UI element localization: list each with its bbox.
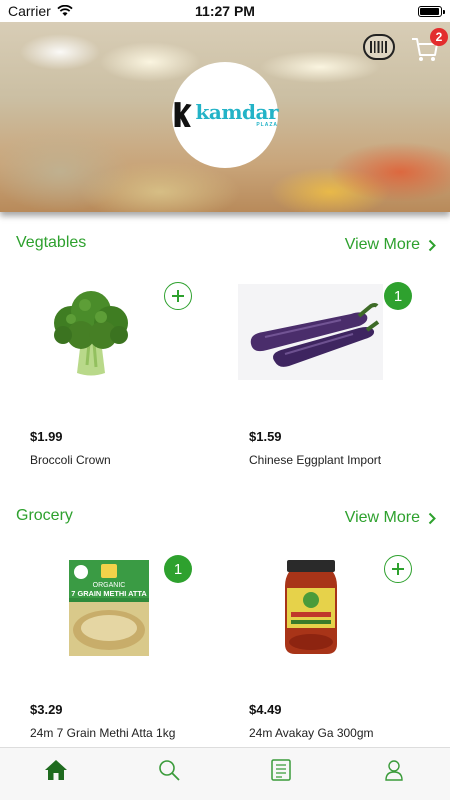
battery-level: [420, 7, 439, 15]
logo-sub: PLAZA: [256, 122, 278, 128]
add-to-cart-button[interactable]: [384, 555, 412, 583]
battery-icon: [418, 5, 445, 17]
home-icon: [45, 760, 68, 780]
product-card[interactable]: ORGANIC 7 GRAIN METHI ATTA 1 $3.29 24m 7…: [16, 555, 216, 747]
section-title: Vegtables: [16, 234, 87, 251]
add-to-cart-button[interactable]: [164, 282, 192, 310]
product-name[interactable]: Chinese Eggplant Import: [249, 453, 381, 467]
broccoli-image: [54, 290, 128, 375]
store-banner: kamdar PLAZA 2: [0, 22, 450, 212]
orders-icon: [271, 759, 291, 781]
tab-bar: [0, 747, 450, 800]
product-name[interactable]: 24m 7 Grain Methi Atta 1kg: [30, 726, 175, 740]
chevron-right-icon: [428, 512, 436, 524]
eggplant-image: [250, 303, 379, 367]
section-header-grocery: Grocery View More: [0, 507, 450, 537]
plus-icon: [392, 563, 404, 575]
barcode-scanner-icon: [370, 41, 387, 53]
section-header-vegtables: Vegtables View More: [0, 234, 450, 264]
status-bar: Carrier 11:27 PM: [0, 0, 450, 22]
cart-quantity-badge[interactable]: 1: [164, 555, 192, 583]
status-time: 11:27 PM: [195, 3, 255, 19]
product-price: $4.49: [249, 702, 282, 717]
search-icon: [158, 760, 180, 781]
store-logo: kamdar PLAZA: [172, 62, 279, 168]
cart-button[interactable]: 2: [410, 28, 448, 64]
view-more-label: View More: [344, 509, 420, 526]
profile-icon: [385, 760, 403, 781]
status-left: Carrier: [8, 3, 73, 19]
product-card[interactable]: $1.99 Broccoli Crown: [16, 282, 216, 482]
cart-quantity-badge[interactable]: 1: [384, 282, 412, 310]
wifi-icon: [57, 5, 73, 16]
logo-mark-icon: [174, 102, 192, 127]
product-price: $1.59: [249, 429, 282, 444]
view-more-grocery-button[interactable]: View More: [345, 509, 436, 527]
atta-bag-image: ORGANIC 7 GRAIN METHI ATTA: [68, 559, 149, 656]
carrier-label: Carrier: [8, 3, 51, 19]
product-name[interactable]: 24m Avakay Ga 300gm: [249, 726, 374, 740]
cart-count-badge: 2: [430, 28, 448, 46]
logo-word: kamdar: [195, 100, 279, 124]
package-text-line1: ORGANIC: [92, 582, 125, 589]
product-image-atta[interactable]: ORGANIC 7 GRAIN METHI ATTA: [51, 555, 166, 660]
chevron-right-icon: [428, 239, 436, 251]
product-card[interactable]: $4.49 24m Avakay Ga 300gm: [238, 555, 438, 747]
product-feed[interactable]: Vegtables View More $1.99 Broccoli Crown…: [0, 212, 450, 747]
tab-search[interactable]: [149, 755, 189, 785]
product-image-pickle[interactable]: [238, 555, 383, 660]
product-price: $1.99: [30, 429, 63, 444]
product-image-eggplant[interactable]: [238, 284, 383, 380]
tab-profile[interactable]: [374, 755, 414, 785]
tab-orders[interactable]: [261, 755, 301, 785]
product-price: $3.29: [30, 702, 63, 717]
view-more-vegtables-button[interactable]: View More: [345, 236, 436, 254]
tab-home[interactable]: [36, 755, 76, 785]
view-more-label: View More: [344, 236, 420, 253]
section-title: Grocery: [16, 507, 73, 524]
package-text-line2: 7 GRAIN METHI ATTA: [71, 589, 147, 598]
logo-text: kamdar PLAZA: [195, 100, 279, 128]
product-card[interactable]: 1 $1.59 Chinese Eggplant Import: [238, 282, 438, 482]
product-image-broccoli[interactable]: [16, 282, 166, 382]
barcode-scanner-button[interactable]: [363, 34, 395, 60]
pickle-jar-image: [284, 559, 337, 654]
product-name[interactable]: Broccoli Crown: [30, 453, 111, 467]
plus-icon: [172, 290, 184, 302]
